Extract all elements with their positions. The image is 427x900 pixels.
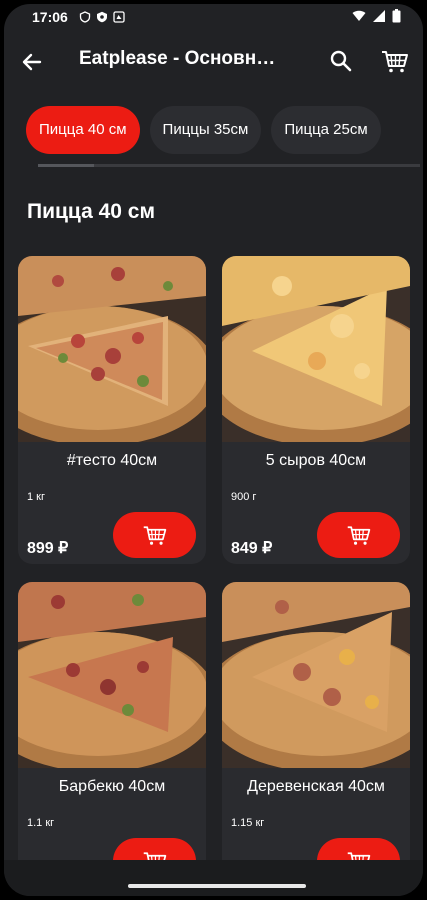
play-protect-status-icon [97, 11, 107, 23]
product-name: Деревенская 40см [247, 778, 385, 795]
section-title: Пицца 40 см [27, 200, 155, 223]
product-name: #тесто 40см [66, 452, 158, 469]
cart-icon[interactable] [380, 46, 410, 76]
tab-pizza-35[interactable]: Пиццы 35см [149, 106, 262, 154]
phone-frame: 17:06 Eatplease - Основное меню Пицца 40… [0, 0, 427, 900]
tabs-scroll-thumb [38, 164, 94, 167]
status-bar: 17:06 [4, 4, 423, 30]
tab-pizza-25[interactable]: Пицца 25см [271, 106, 381, 154]
battery-icon [392, 9, 401, 23]
product-weight: 1.15 кг [231, 817, 265, 829]
product-image [222, 256, 410, 442]
product-weight: 900 г [231, 491, 257, 503]
product-image [18, 582, 206, 768]
product-card[interactable]: Барбекю 40см 1.1 кг [18, 582, 206, 890]
product-card[interactable]: Деревенская 40см 1.15 кг [222, 582, 410, 890]
search-icon[interactable] [328, 48, 354, 74]
product-image [222, 582, 410, 768]
back-arrow-icon[interactable] [18, 48, 46, 76]
home-indicator[interactable] [128, 884, 306, 888]
product-name: 5 сыров 40см [265, 452, 367, 469]
product-image [18, 256, 206, 442]
add-to-cart-icon [143, 526, 166, 545]
product-weight: 1 кг [27, 491, 45, 503]
product-name: Барбекю 40см [58, 778, 166, 795]
product-card[interactable]: #тесто 40см 1 кг 899 ₽ [18, 256, 206, 564]
tab-pizza-40[interactable]: Пицца 40 см [26, 106, 140, 154]
add-to-cart-button[interactable] [317, 512, 400, 558]
page-title: Eatplease - Основное меню [79, 48, 279, 69]
tabs-scroll-indicator [38, 164, 420, 167]
status-time: 17:06 [32, 9, 68, 25]
category-tabs: Пицца 40 см Пиццы 35см Пицца 25см [26, 106, 381, 156]
add-to-cart-icon [347, 526, 370, 545]
app-screen: 17:06 Eatplease - Основное меню Пицца 40… [4, 4, 423, 896]
product-card[interactable]: 5 сыров 40см 900 г 849 ₽ [222, 256, 410, 564]
add-to-cart-button[interactable] [113, 512, 196, 558]
signal-icon [373, 10, 385, 22]
product-price: 849 ₽ [231, 540, 273, 557]
app-bar: Eatplease - Основное меню [4, 34, 423, 90]
shield-status-icon [79, 11, 91, 23]
navigation-bar [4, 860, 423, 896]
status-right-icons [352, 9, 401, 23]
notification-status-icon [113, 11, 125, 23]
product-weight: 1.1 кг [27, 817, 55, 829]
product-price: 899 ₽ [27, 540, 69, 557]
wifi-icon [352, 10, 366, 21]
